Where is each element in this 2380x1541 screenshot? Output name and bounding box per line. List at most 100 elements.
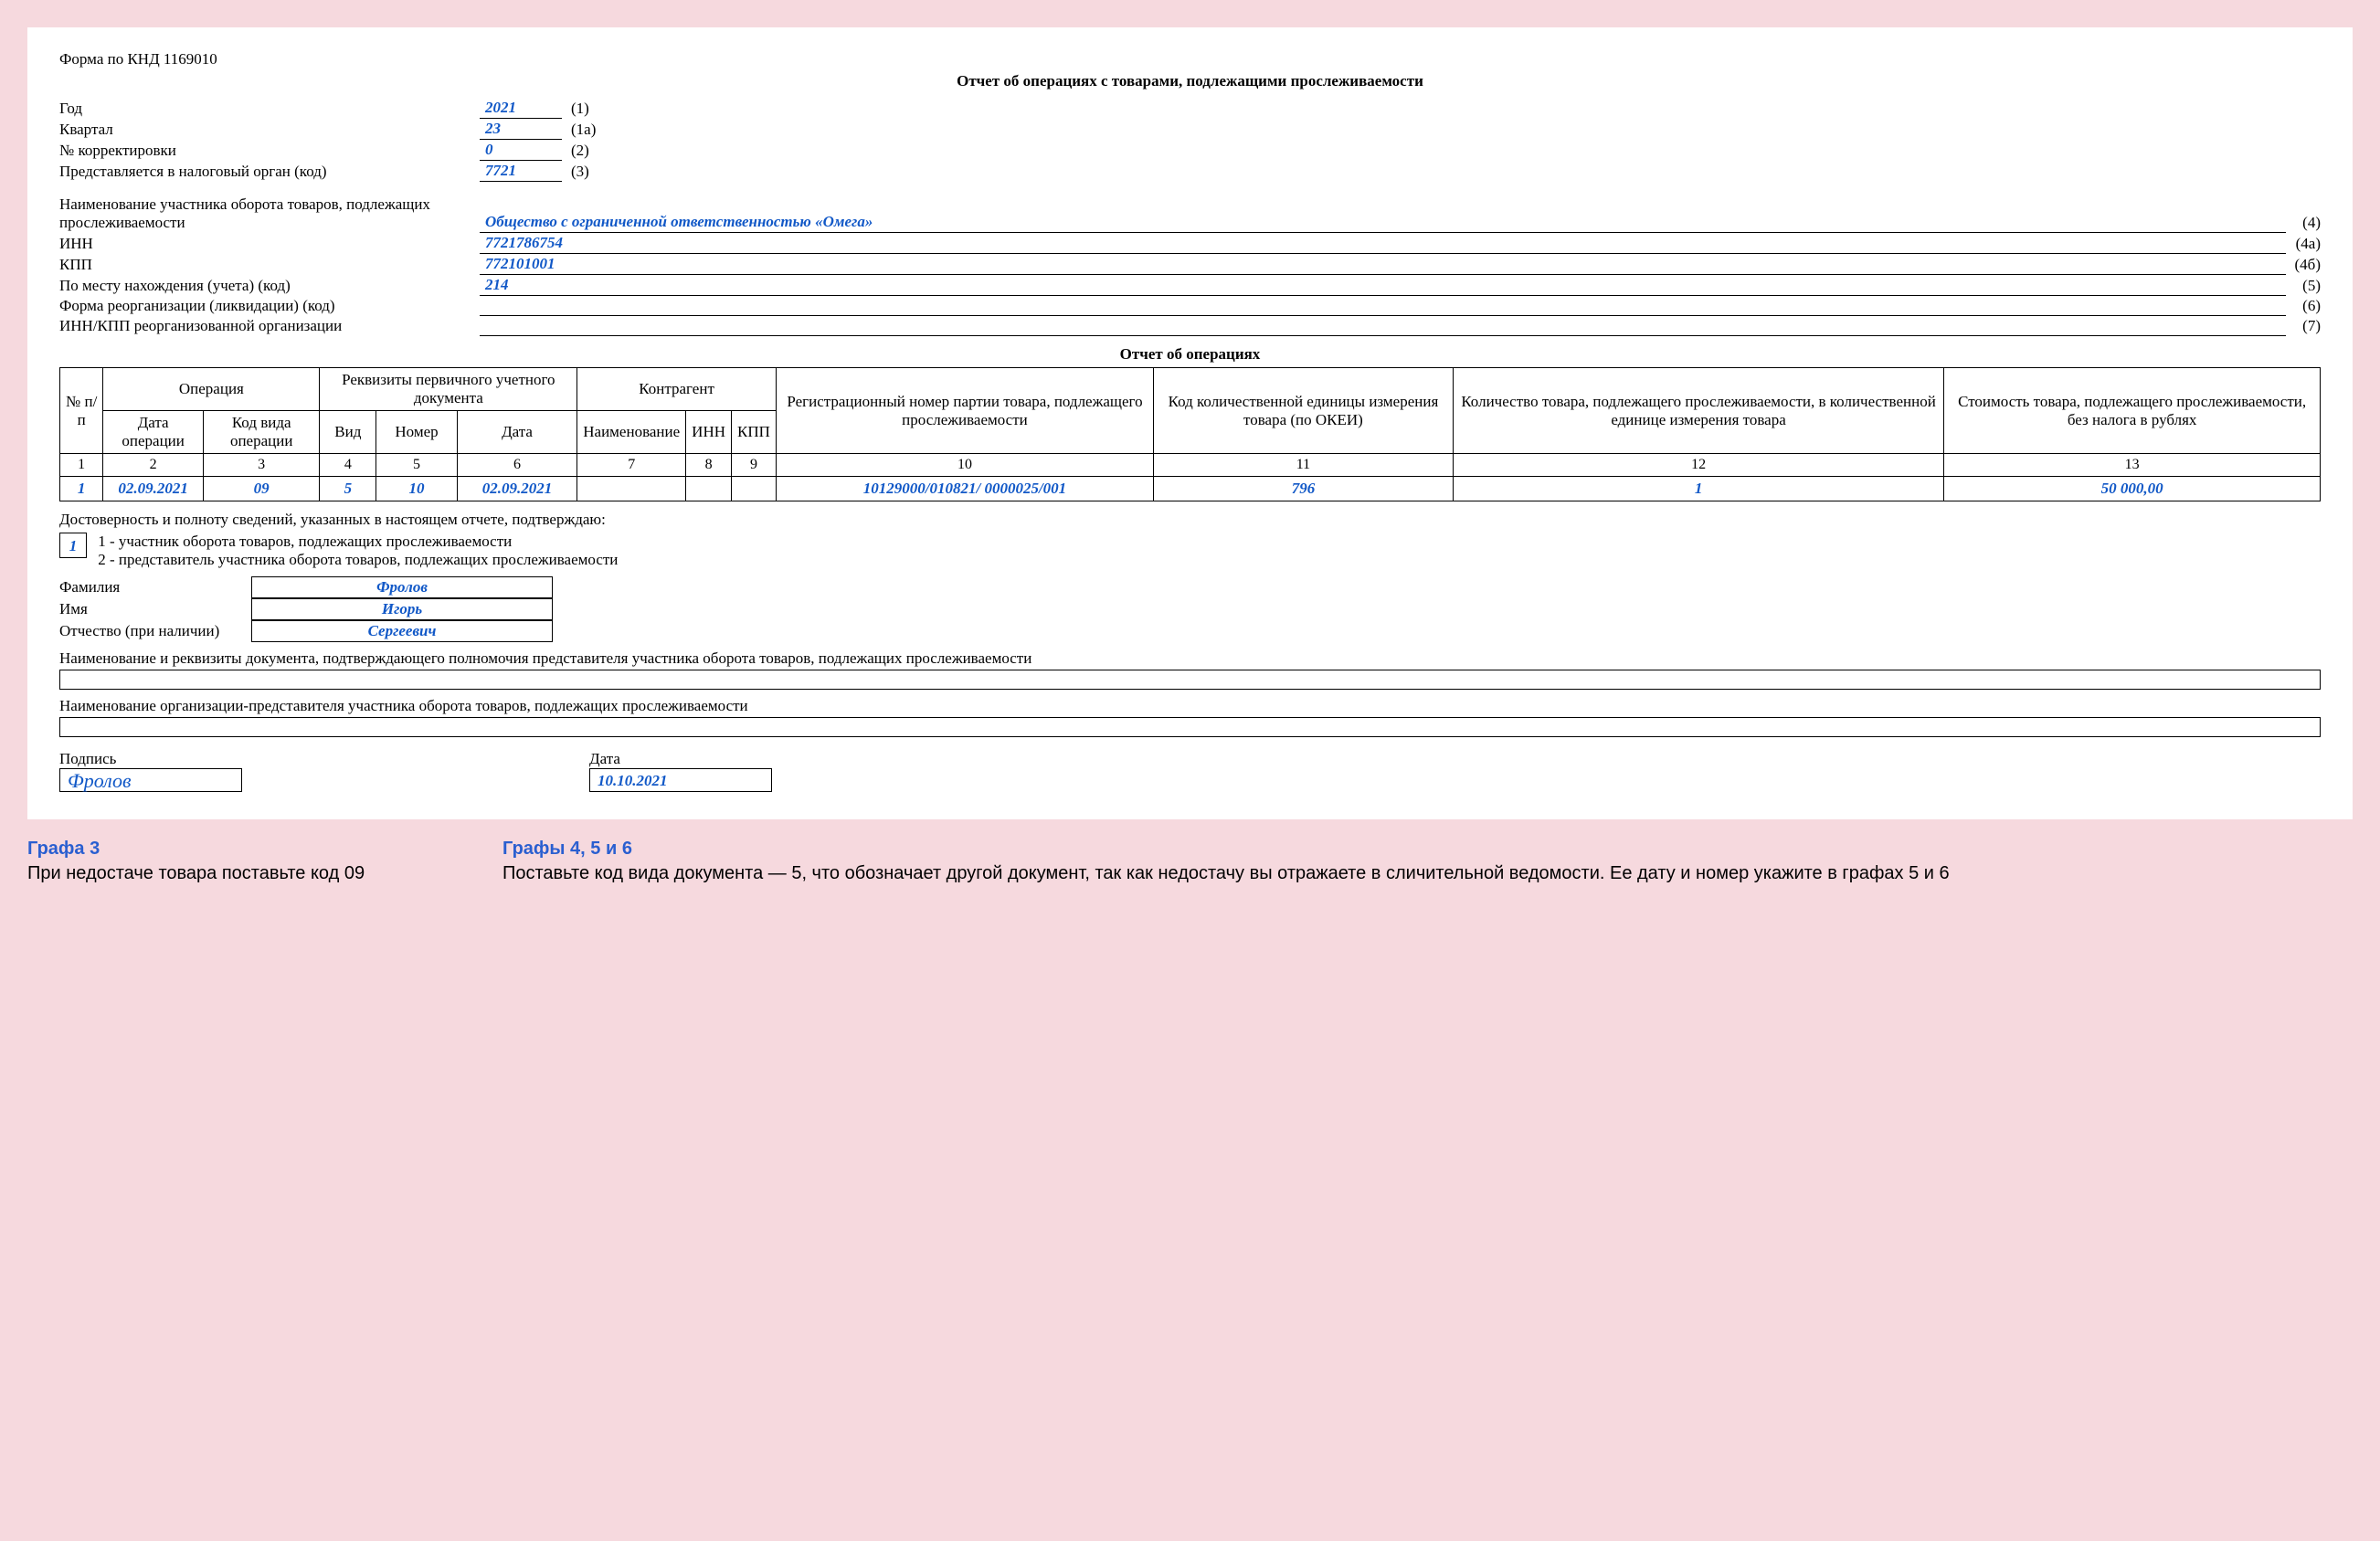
cell-c-kpp [732,477,777,501]
year-num: (1) [562,98,2321,119]
tax-authority-label: Представляется в налоговый орган (код) [59,161,480,182]
quarter-value: 23 [480,119,562,140]
col-num-10: 10 [776,454,1153,477]
cell-doc-date: 02.09.2021 [457,477,576,501]
col-num-6: 6 [457,454,576,477]
representative-org-block: Наименование организации-представителя у… [59,697,2321,737]
column-number-row: 1 2 3 4 5 6 7 8 9 10 11 12 13 [60,454,2321,477]
table-row: 1 02.09.2021 09 5 10 02.09.2021 10129000… [60,477,2321,501]
operations-subtitle: Отчет об операциях [59,345,2321,364]
th-operation: Операция [103,368,320,411]
th-document: Реквизиты первичного учетного документа [320,368,577,411]
th-doc-type: Вид [320,411,376,454]
cell-okei: 796 [1154,477,1454,501]
inn-label: ИНН [59,233,480,254]
note-1-title: Графа 3 [27,838,448,860]
surname-value: Фролов [251,576,553,598]
note-1: Графа 3 При недостаче товара поставьте к… [27,838,448,885]
patronymic-label: Отчество (при наличии) [59,620,251,642]
reorg-form-label: Форма реорганизации (ликвидации) (код) [59,296,480,316]
cell-doc-num: 10 [376,477,458,501]
col-num-7: 7 [577,454,686,477]
cell-doc-type: 5 [320,477,376,501]
th-c-name: Наименование [577,411,686,454]
correction-value: 0 [480,140,562,161]
location-label: По месту нахождения (учета) (код) [59,275,480,296]
confirmation-option-1: 1 - участник оборота товаров, подлежащих… [98,533,618,551]
quarter-label: Квартал [59,119,480,140]
cell-reg: 10129000/010821/ 0000025/001 [776,477,1153,501]
col-num-3: 3 [203,454,319,477]
signature-label: Подпись [59,750,242,768]
tax-authority-num: (3) [562,161,2321,182]
reorg-inn-kpp-value [480,316,2286,336]
col-num-12: 12 [1453,454,1943,477]
cell-c-inn [686,477,732,501]
confirmation-option-2: 2 - представитель участника оборота това… [98,551,618,569]
confirmation-code: 1 [59,533,87,558]
cell-cost: 50 000,00 [1944,477,2321,501]
reorg-inn-kpp-label: ИНН/КПП реорганизованной организации [59,316,480,336]
location-value: 214 [480,275,2286,296]
kpp-num: (4б) [2286,254,2321,275]
authority-doc-block: Наименование и реквизиты документа, подт… [59,649,2321,690]
location-num: (5) [2286,275,2321,296]
participant-name-num: (4) [2286,195,2321,233]
document-sheet: Форма по КНД 1169010 Отчет об операциях … [27,27,2353,819]
cell-op-date: 02.09.2021 [103,477,204,501]
footer-notes: Графа 3 При недостаче товара поставьте к… [27,838,2353,885]
representative-org-label: Наименование организации-представителя у… [59,697,2321,715]
participant-fields: Наименование участника оборота товаров, … [59,195,2321,336]
note-2-body: Поставьте код вида документа — 5, что об… [502,862,2353,885]
kpp-label: КПП [59,254,480,275]
col-num-5: 5 [376,454,458,477]
reorg-form-num: (6) [2286,296,2321,316]
document-title: Отчет об операциях с товарами, подлежащи… [59,72,2321,90]
fio-block: Фамилия Фролов Имя Игорь Отчество (при н… [59,576,553,642]
th-op-date: Дата операции [103,411,204,454]
form-code: Форма по КНД 1169010 [59,50,2321,69]
representative-org-line [59,717,2321,737]
col-num-8: 8 [686,454,732,477]
cell-op-code: 09 [203,477,319,501]
confirmation-text: Достоверность и полноту сведений, указан… [59,511,2321,529]
correction-num: (2) [562,140,2321,161]
cell-n: 1 [60,477,103,501]
inn-value: 7721786754 [480,233,2286,254]
date-value: 10.10.2021 [589,768,772,792]
cell-qty: 1 [1453,477,1943,501]
col-num-9: 9 [732,454,777,477]
th-counterparty: Контрагент [577,368,777,411]
col-num-4: 4 [320,454,376,477]
participant-name-value: Общество с ограниченной ответственностью… [480,195,2286,233]
correction-label: № корректировки [59,140,480,161]
note-1-body: При недостаче товара поставьте код 09 [27,862,448,885]
authority-doc-label: Наименование и реквизиты документа, подт… [59,649,2321,668]
col-num-11: 11 [1154,454,1454,477]
th-reg-number: Регистрационный номер партии товара, под… [776,368,1153,454]
th-okei: Код коли­чественной единицы измерения то… [1154,368,1454,454]
th-doc-date: Дата [457,411,576,454]
kpp-value: 772101001 [480,254,2286,275]
note-2-title: Графы 4, 5 и 6 [502,838,2353,860]
date-label: Дата [589,750,772,768]
note-2: Графы 4, 5 и 6 Поставьте код вида докуме… [502,838,2353,885]
col-num-13: 13 [1944,454,2321,477]
signature-row: Подпись Фролов Дата 10.10.2021 [59,750,2321,792]
col-num-1: 1 [60,454,103,477]
name-value: Игорь [251,598,553,620]
cell-c-name [577,477,686,501]
signature-value: Фролов [59,768,242,792]
th-op-code: Код вида операции [203,411,319,454]
authority-doc-line [59,670,2321,690]
reorg-form-value [480,296,2286,316]
reorg-inn-kpp-num: (7) [2286,316,2321,336]
patronymic-value: Сергеевич [251,620,553,642]
th-quantity: Количество товара, подлежащего прослежив… [1453,368,1943,454]
th-num: № п/п [60,368,103,454]
name-label: Имя [59,598,251,620]
surname-label: Фамилия [59,576,251,598]
th-doc-num: Номер [376,411,458,454]
inn-num: (4а) [2286,233,2321,254]
confirmation-block: Достоверность и полноту сведений, указан… [59,511,2321,569]
